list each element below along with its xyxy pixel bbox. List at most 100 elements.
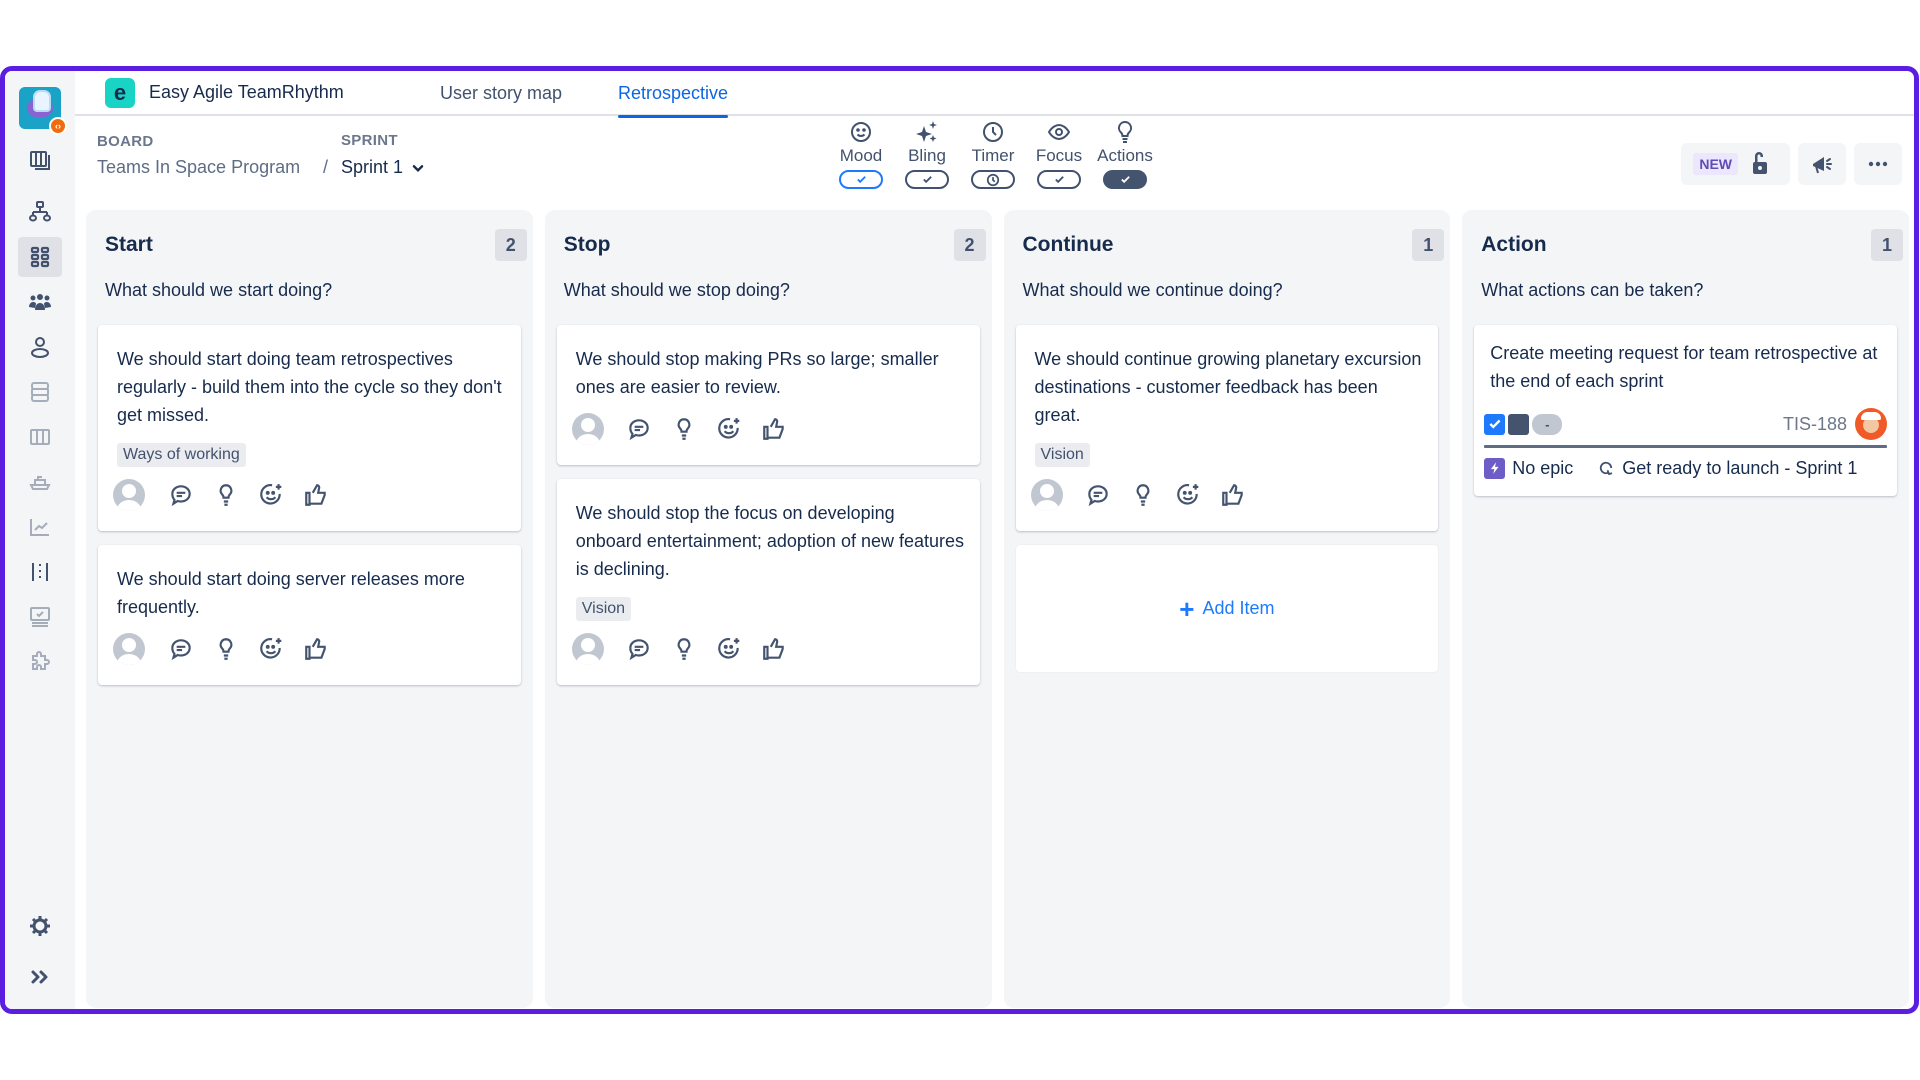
- lightbulb-icon: [219, 638, 232, 660]
- column-title: Continue: [1022, 233, 1114, 256]
- comment-icon: [629, 639, 650, 661]
- announce-button[interactable]: [1798, 143, 1846, 185]
- comment-icon: [170, 639, 191, 661]
- sidebar-item-deployments[interactable]: [18, 597, 62, 637]
- sidebar-item-retrospective[interactable]: [18, 237, 62, 277]
- tool-mood[interactable]: Mood: [828, 118, 894, 189]
- action-issue-card[interactable]: Create meeting request for team retrospe…: [1474, 325, 1897, 496]
- sidebar-item-hierarchy[interactable]: [18, 192, 62, 232]
- bling-toggle[interactable]: [905, 170, 949, 189]
- add-item-label: Add Item: [1202, 598, 1275, 618]
- avatar[interactable]: [113, 479, 145, 511]
- add-reaction-button[interactable]: [707, 416, 752, 442]
- clock-icon: [986, 173, 1000, 186]
- sidebar-item-apps[interactable]: [18, 642, 62, 682]
- card-label[interactable]: Vision: [1034, 443, 1090, 467]
- avatar[interactable]: [571, 413, 604, 445]
- eye-icon: [1047, 123, 1071, 141]
- tool-bling[interactable]: Bling: [894, 118, 960, 189]
- comment-button[interactable]: [158, 636, 203, 662]
- epic-name[interactable]: No epic: [1512, 458, 1573, 479]
- comment-button[interactable]: [1076, 482, 1121, 508]
- add-reaction-button[interactable]: [248, 636, 293, 662]
- sidebar-item-teams[interactable]: [18, 282, 62, 322]
- tool-actions[interactable]: Actions: [1092, 118, 1158, 189]
- tab-user-story-map[interactable]: User story map: [440, 71, 562, 116]
- monitor-icon: [30, 607, 50, 627]
- focus-toggle[interactable]: [1037, 170, 1081, 189]
- card-text: We should start doing server releases mo…: [117, 569, 465, 617]
- retro-card[interactable]: We should start doing team retrospective…: [98, 325, 521, 531]
- thumbs-up-icon: [304, 484, 326, 506]
- tool-focus[interactable]: Focus: [1026, 118, 1092, 189]
- sidebar-item-columns[interactable]: [18, 417, 62, 457]
- action-idea-button[interactable]: [203, 636, 248, 662]
- columns-icon: [30, 429, 50, 445]
- action-idea-button[interactable]: [662, 416, 707, 442]
- tool-timer[interactable]: Timer: [960, 118, 1026, 189]
- card-label[interactable]: Vision: [575, 597, 632, 621]
- sidebar-item-board[interactable]: [18, 140, 62, 180]
- sidebar-item-person[interactable]: [18, 327, 62, 367]
- avatar[interactable]: [1030, 479, 1063, 511]
- tab-retrospective[interactable]: Retrospective: [618, 71, 729, 118]
- card-label[interactable]: Ways of working: [117, 443, 246, 467]
- settings-button[interactable]: [18, 906, 62, 946]
- project-avatar[interactable]: ‹›: [19, 87, 67, 135]
- tool-label: Focus: [1035, 146, 1083, 165]
- timer-toggle[interactable]: [971, 170, 1015, 189]
- new-badge: NEW: [1693, 153, 1738, 175]
- expand-sidebar-button[interactable]: [18, 957, 62, 997]
- board-name[interactable]: Teams In Space Program: [97, 157, 300, 178]
- sidebar-item-timeline[interactable]: [18, 552, 62, 592]
- comment-icon: [1088, 485, 1108, 507]
- avatar[interactable]: [571, 633, 604, 665]
- vote-button[interactable]: [752, 416, 797, 442]
- emoji-add-icon: [718, 418, 740, 439]
- column-prompt: What should we start doing?: [105, 280, 333, 300]
- vote-button[interactable]: [293, 636, 338, 662]
- sidebar-item-releases[interactable]: [18, 462, 62, 502]
- avatar[interactable]: [113, 633, 145, 665]
- ship-icon: [29, 476, 51, 490]
- tool-label: Timer: [971, 146, 1015, 165]
- vote-button[interactable]: [1211, 482, 1256, 508]
- puzzle-icon: [32, 651, 50, 670]
- emoji-add-icon: [718, 638, 740, 659]
- issue-key[interactable]: TIS-188: [1783, 414, 1847, 435]
- retro-card[interactable]: We should continue growing planetary exc…: [1015, 325, 1439, 531]
- thumbs-up-icon: [763, 418, 784, 440]
- retro-card[interactable]: We should start doing server releases mo…: [98, 545, 521, 685]
- story-points-pill[interactable]: -: [1532, 413, 1563, 435]
- comment-button[interactable]: [617, 636, 662, 662]
- vote-button[interactable]: [293, 482, 338, 508]
- lock-board-button[interactable]: NEW: [1681, 143, 1790, 185]
- more-button[interactable]: [1854, 143, 1902, 185]
- mood-toggle[interactable]: [839, 170, 883, 189]
- retro-card[interactable]: We should stop the focus on developing o…: [556, 479, 980, 685]
- actions-toggle[interactable]: [1103, 170, 1147, 189]
- gear-icon: [30, 916, 50, 936]
- add-reaction-button[interactable]: [248, 482, 293, 508]
- add-reaction-button[interactable]: [1166, 482, 1211, 508]
- comment-button[interactable]: [617, 416, 662, 442]
- comment-icon: [629, 419, 650, 441]
- column-start: Start 2 What should we start doing? We sh…: [86, 210, 533, 1008]
- comment-button[interactable]: [158, 482, 203, 508]
- card-actions: [571, 633, 966, 665]
- epic-icon: [1484, 457, 1506, 479]
- sprint-name[interactable]: Get ready to launch - Sprint 1: [1622, 458, 1857, 479]
- action-idea-button[interactable]: [662, 636, 707, 662]
- sidebar: ‹›: [5, 71, 75, 1009]
- app-title: Easy Agile TeamRhythm: [149, 82, 344, 102]
- add-reaction-button[interactable]: [707, 636, 752, 662]
- assignee-avatar[interactable]: [1855, 408, 1887, 440]
- retro-card[interactable]: We should stop making PRs so large; smal…: [556, 325, 980, 465]
- action-idea-button[interactable]: [203, 482, 248, 508]
- sidebar-item-reports[interactable]: [18, 507, 62, 547]
- vote-button[interactable]: [752, 636, 797, 662]
- sprint-select[interactable]: Sprint 1: [341, 157, 425, 178]
- action-idea-button[interactable]: [1121, 482, 1166, 508]
- add-item-button[interactable]: + Add Item: [1015, 545, 1439, 672]
- sidebar-item-backlog[interactable]: [18, 372, 62, 412]
